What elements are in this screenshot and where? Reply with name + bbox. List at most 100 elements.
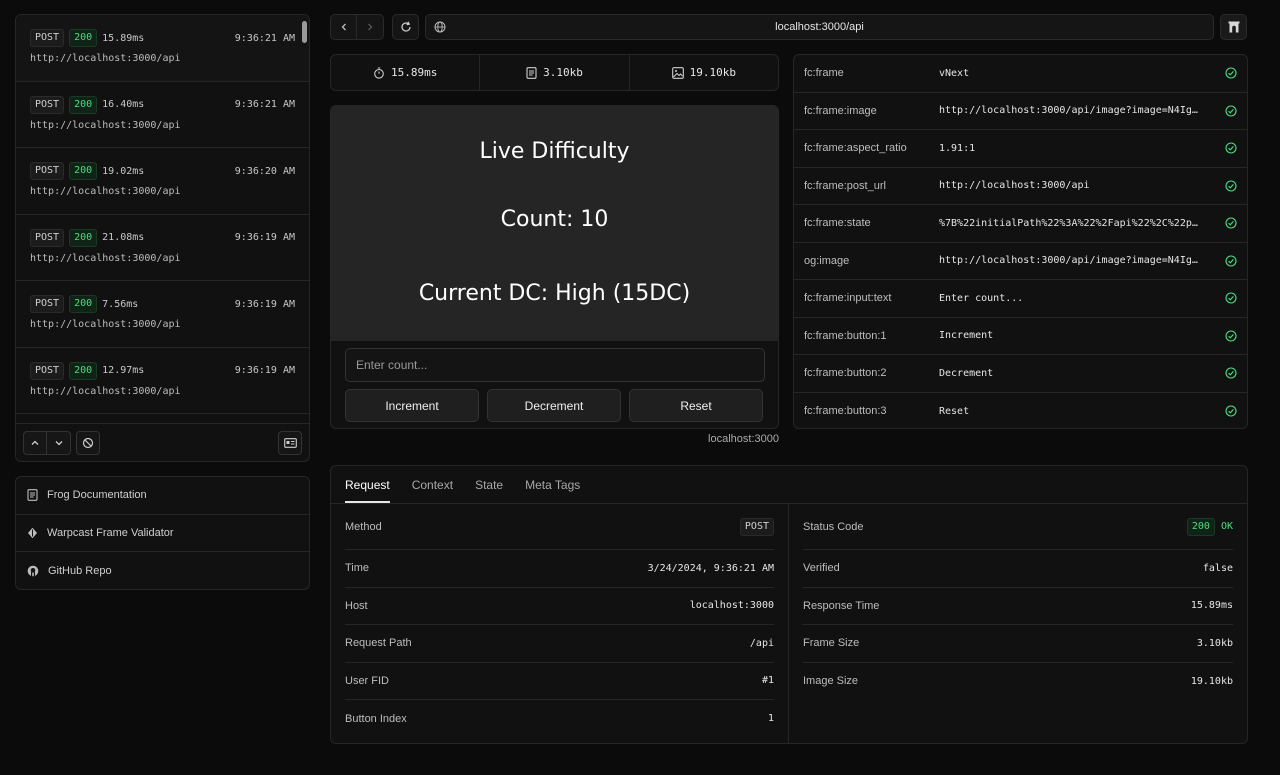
frame-host-label[interactable]: localhost:3000 <box>330 433 779 445</box>
detail-row: Time 3/24/2024, 9:36:21 AM <box>345 550 774 588</box>
history-nav <box>330 14 384 40</box>
log-scrollbar[interactable] <box>302 19 307 421</box>
check-circle-icon <box>1225 67 1237 79</box>
detail-row: Image Size 19.10kb <box>803 663 1233 701</box>
detail-key: Host <box>345 599 368 612</box>
reload-button[interactable] <box>392 14 419 40</box>
tab-state[interactable]: State <box>475 478 503 503</box>
detail-key: Method <box>345 520 382 533</box>
log-url: http://localhost:3000/api <box>30 319 181 330</box>
log-time: 9:36:21 AM <box>234 32 295 44</box>
log-nav-group <box>23 430 71 455</box>
log-entry[interactable]: POST 200 12.97ms 9:36:19 AM http://local… <box>16 348 309 414</box>
request-details: Method POST Time 3/24/2024, 9:36:21 AM H… <box>331 504 789 743</box>
frame-text-input[interactable] <box>345 348 765 382</box>
check-circle-icon <box>1225 367 1237 379</box>
github-repo-link[interactable]: GitHub Repo <box>16 552 309 589</box>
scrollbar-thumb[interactable] <box>302 21 307 43</box>
meta-tag-row: fc:frame:image http://localhost:3000/api… <box>794 93 1247 130</box>
meta-tags-panel: fc:frame vNext fc:frame:image http://loc… <box>793 54 1248 429</box>
method-badge: POST <box>30 361 65 380</box>
clear-log-button[interactable] <box>76 430 100 455</box>
log-time: 9:36:19 AM <box>234 365 295 376</box>
document-icon <box>27 489 38 502</box>
reset-button[interactable]: Reset <box>629 389 763 422</box>
previous-request-button[interactable] <box>23 430 47 455</box>
frog-docs-link[interactable]: Frog Documentation <box>16 477 309 515</box>
log-duration: 19.02ms <box>102 165 145 177</box>
meta-tag-row: fc:frame vNext <box>794 55 1247 93</box>
method-badge: POST <box>30 95 65 114</box>
log-time: 9:36:19 AM <box>234 298 295 310</box>
check-circle-icon <box>1225 180 1237 192</box>
tab-context[interactable]: Context <box>412 478 453 503</box>
request-log-list[interactable]: POST 200 15.89ms 9:36:21 AM http://local… <box>16 15 309 423</box>
status-badge: 200 <box>69 29 98 47</box>
meta-tag-row: og:image http://localhost:3000/api/image… <box>794 243 1247 280</box>
url-bar[interactable]: localhost:3000/api <box>425 14 1214 40</box>
check-circle-icon <box>1225 405 1237 417</box>
detail-key: Button Index <box>345 712 407 725</box>
check-circle-icon <box>1225 330 1237 342</box>
meta-value: http://localhost:3000/api/image?image=N4… <box>939 255 1198 267</box>
tab-request[interactable]: Request <box>345 478 390 503</box>
detail-key: User FID <box>345 674 389 687</box>
increment-button[interactable]: Increment <box>345 389 479 422</box>
log-url: http://localhost:3000/api <box>30 53 181 64</box>
inspector-body: Method POST Time 3/24/2024, 9:36:21 AM H… <box>331 504 1247 743</box>
meta-key: fc:frame:post_url <box>804 179 886 192</box>
status-badge: 200 <box>69 228 98 247</box>
detail-value: /api <box>749 637 774 649</box>
detail-key: Verified <box>803 562 840 575</box>
detail-row: Button Index 1 <box>345 700 774 738</box>
log-url: http://localhost:3000/api <box>30 119 181 131</box>
farcaster-button[interactable] <box>1220 14 1247 40</box>
detail-row: Response Time 15.89ms <box>803 588 1233 625</box>
link-label: Warpcast Frame Validator <box>47 527 174 540</box>
meta-tag-row: fc:frame:button:1 Increment <box>794 318 1247 355</box>
tab-meta-tags[interactable]: Meta Tags <box>525 478 580 503</box>
detail-value: 3/24/2024, 9:36:21 AM <box>647 562 774 574</box>
id-card-icon <box>283 437 297 448</box>
detail-value: 200 OK <box>1186 517 1233 536</box>
meta-key: fc:frame:button:1 <box>804 329 887 342</box>
detail-key: Image Size <box>803 675 859 688</box>
toggle-panel-button[interactable] <box>278 430 302 455</box>
response-details: Status Code 200 OK Verified false Respons… <box>789 504 1247 743</box>
meta-key: fc:frame:button:3 <box>804 405 887 418</box>
log-url: http://localhost:3000/api <box>30 186 181 197</box>
image-icon <box>671 66 684 79</box>
warpcast-validator-link[interactable]: Warpcast Frame Validator <box>16 515 309 553</box>
chevron-right-icon <box>368 23 373 31</box>
status-badge: 200 <box>69 95 98 114</box>
log-duration: 16.40ms <box>102 99 145 110</box>
browser-toolbar: localhost:3000/api <box>330 14 1248 40</box>
detail-row: Status Code 200 OK <box>803 504 1233 550</box>
meta-key: fc:frame:button:2 <box>804 367 887 380</box>
farcaster-icon <box>1228 21 1239 33</box>
back-button[interactable] <box>330 14 357 40</box>
log-entry[interactable]: POST 200 16.40ms 9:36:21 AM http://local… <box>16 82 309 148</box>
link-label: Frog Documentation <box>47 489 147 502</box>
reload-icon <box>400 21 411 32</box>
meta-key: fc:frame <box>804 67 844 80</box>
decrement-button[interactable]: Decrement <box>487 389 621 422</box>
log-duration: 7.56ms <box>102 298 139 310</box>
log-duration: 15.89ms <box>102 32 145 44</box>
detail-row: Method POST <box>345 504 774 550</box>
status-text: OK <box>1220 520 1233 532</box>
log-duration: 21.08ms <box>102 232 145 243</box>
log-entry[interactable]: POST 200 19.02ms 9:36:20 AM http://local… <box>16 148 309 215</box>
log-toolbar <box>16 423 309 461</box>
next-request-button[interactable] <box>47 430 71 455</box>
method-badge: POST <box>30 295 65 313</box>
log-entry[interactable]: POST 200 15.89ms 9:36:21 AM http://local… <box>16 15 309 82</box>
status-badge: 200 <box>69 295 98 313</box>
detail-value: 15.89ms <box>1190 600 1233 612</box>
frame-buttons: Increment Decrement Reset <box>345 389 764 422</box>
log-entry[interactable]: POST 200 7.56ms 9:36:19 AM http://localh… <box>16 281 309 348</box>
meta-value: Reset <box>939 405 970 417</box>
log-entry[interactable]: POST 200 21.08ms 9:36:19 AM http://local… <box>16 215 309 281</box>
forward-button[interactable] <box>357 14 384 40</box>
detail-key: Time <box>345 562 370 575</box>
